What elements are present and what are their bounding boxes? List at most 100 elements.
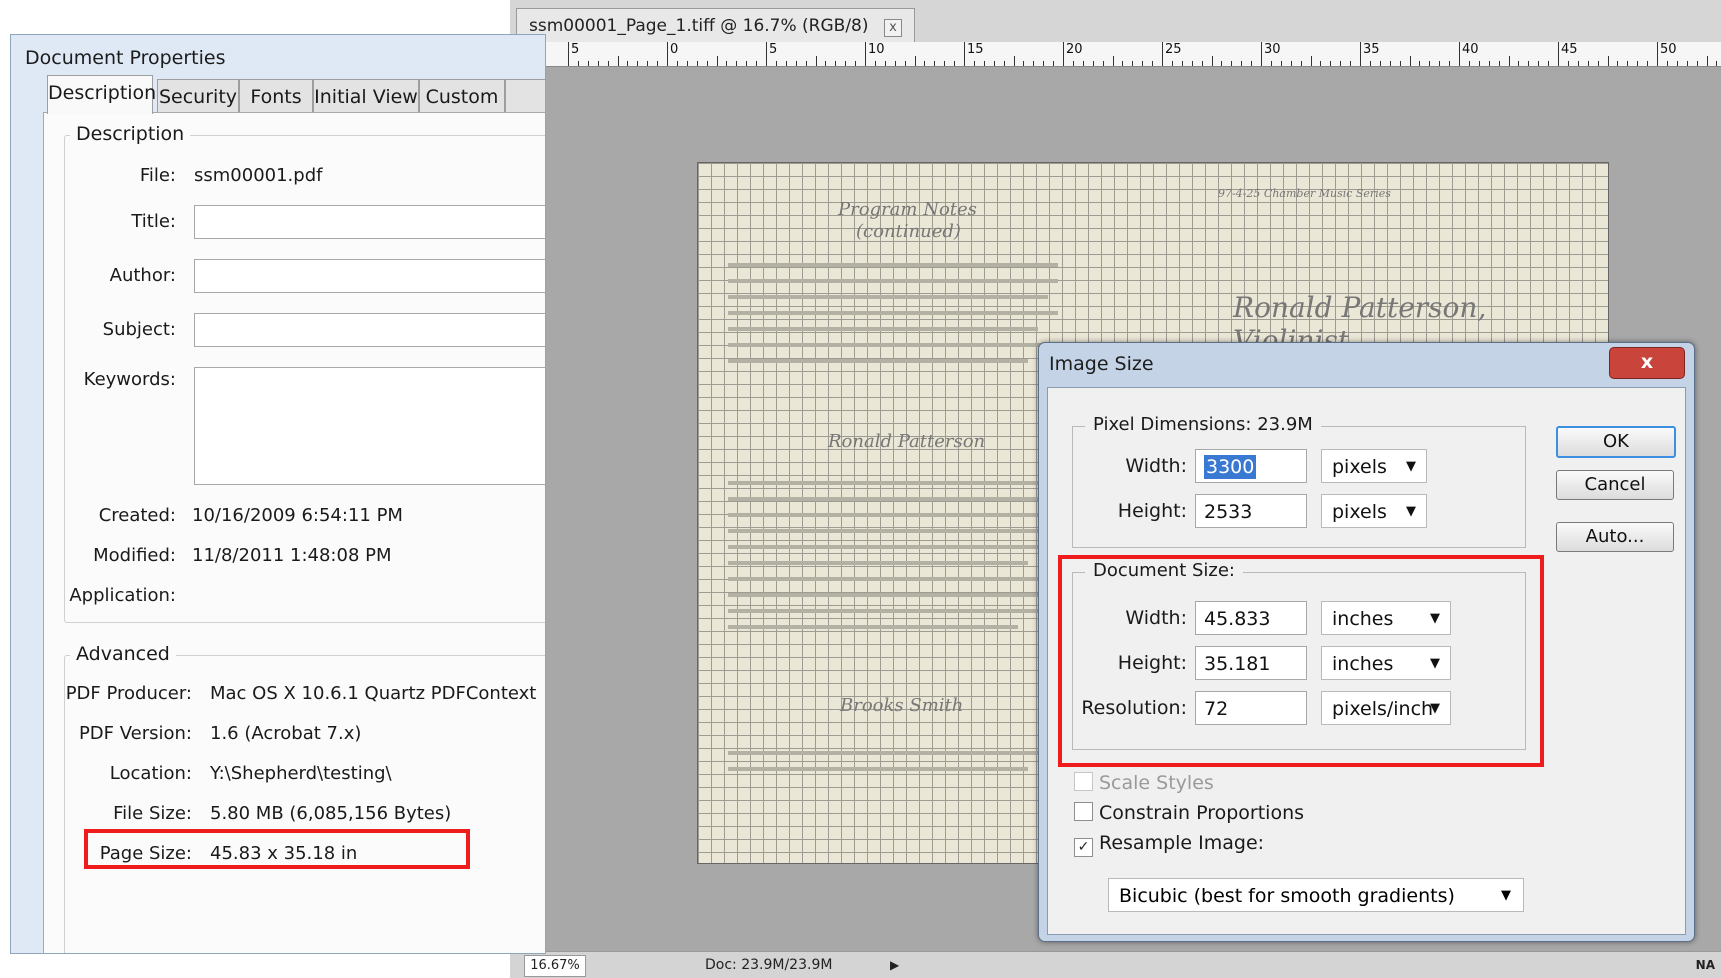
pixel-width-value: 3300: [1204, 455, 1257, 479]
ruler-minor-tick: [924, 61, 926, 66]
ruler-minor-tick: [1330, 61, 1332, 66]
ruler-major-tick: [865, 42, 866, 66]
title-field[interactable]: [194, 205, 545, 239]
pixel-height-unit-select[interactable]: pixels ▼: [1321, 494, 1427, 528]
keywords-field[interactable]: [194, 367, 545, 485]
ruler-minor-tick: [1181, 61, 1183, 66]
tab-fonts[interactable]: Fonts: [239, 79, 313, 114]
subject-field[interactable]: [194, 313, 545, 347]
ruler-minor-tick: [1340, 61, 1342, 66]
created-value: 10/16/2009 6:54:11 PM: [192, 505, 403, 526]
ruler-tick-label: 35: [1363, 42, 1380, 57]
image-size-dialog: Image Size x Pixel Dimensions: 23.9M Wid…: [1038, 342, 1695, 942]
pixel-width-unit-select[interactable]: pixels ▼: [1321, 449, 1427, 483]
ruler-major-tick: [766, 42, 767, 66]
ruler-minor-tick: [1132, 61, 1134, 66]
author-field[interactable]: [194, 259, 545, 293]
ruler-minor-tick: [1369, 61, 1371, 66]
chevron-down-icon: ▼: [1406, 504, 1416, 519]
tab-security[interactable]: Security: [157, 79, 239, 114]
ruler-minor-tick: [1548, 61, 1550, 66]
window-title: Document Properties: [25, 47, 226, 69]
play-arrow-icon[interactable]: ▶: [890, 952, 899, 978]
ruler-minor-tick: [1112, 56, 1114, 66]
pdf-producer-label: PDF Producer:: [65, 683, 192, 704]
ruler-minor-tick: [1577, 61, 1579, 66]
pixel-dimensions-label: Pixel Dimensions:: [1093, 414, 1252, 435]
ruler-tick-label: 25: [1165, 42, 1182, 57]
ruler-minor-tick: [1082, 61, 1084, 66]
ruler-minor-tick: [815, 56, 817, 66]
resample-image-checkbox[interactable]: ✓ Resample Image:: [1074, 832, 1264, 857]
doc-size-readout: Doc: 23.9M/23.9M: [705, 957, 833, 973]
description-legend: Description: [70, 123, 191, 145]
ruler-minor-tick: [1429, 61, 1431, 66]
ruler-minor-tick: [1251, 61, 1253, 66]
ruler-tick-label: 30: [1264, 42, 1281, 57]
ruler-minor-tick: [1003, 61, 1005, 66]
ruler-minor-tick: [1043, 61, 1045, 66]
tab-overflow[interactable]: [505, 79, 545, 114]
ruler-minor-tick: [785, 61, 787, 66]
status-bar: 16.67% Doc: 23.9M/23.9M ▶ NA: [510, 951, 1721, 978]
tab-description[interactable]: Description: [47, 75, 156, 114]
file-value: ssm00001.pdf: [194, 165, 323, 186]
pixel-dimensions-legend: Pixel Dimensions: 23.9M: [1085, 414, 1321, 435]
ok-button[interactable]: OK: [1556, 426, 1676, 458]
ruler-minor-tick: [1498, 61, 1500, 66]
doc-name-2: Brooks Smith: [840, 695, 964, 716]
dialog-title: Image Size: [1049, 353, 1154, 375]
auto-button[interactable]: Auto...: [1556, 522, 1674, 552]
doc-text-line: [728, 279, 1058, 283]
ruler-minor-tick: [1518, 61, 1520, 66]
ruler-minor-tick: [795, 61, 797, 66]
ruler-minor-tick: [736, 61, 738, 66]
ruler-minor-tick: [657, 61, 659, 66]
close-tab-icon[interactable]: x: [883, 19, 902, 37]
doc-text-line: [728, 545, 1058, 549]
pixel-height-input[interactable]: 2533: [1195, 494, 1307, 528]
tab-initial-view[interactable]: Initial View: [313, 79, 419, 114]
ruler-minor-tick: [1191, 61, 1193, 66]
ruler-major-tick: [667, 42, 668, 66]
doc-text-line: [728, 263, 1058, 267]
doc-text-line: [728, 327, 1038, 331]
file-label: File:: [139, 165, 176, 186]
ruler-minor-tick: [706, 61, 708, 66]
ruler-minor-tick: [617, 56, 619, 66]
doc-name-1: Ronald Patterson: [828, 431, 986, 452]
ruler-tick-label: 5: [571, 42, 580, 57]
tab-custom[interactable]: Custom: [419, 79, 505, 114]
ruler-minor-tick: [1350, 61, 1352, 66]
pixel-width-input[interactable]: 3300: [1195, 449, 1307, 483]
doc-text-line: [728, 625, 1018, 629]
document-tab[interactable]: ssm00001_Page_1.tiff @ 16.7% (RGB/8) x: [516, 8, 915, 43]
ruler-minor-tick: [1468, 61, 1470, 66]
doc-text-line: [728, 561, 1028, 565]
close-dialog-button[interactable]: x: [1609, 347, 1685, 379]
ruler-minor-tick: [993, 61, 995, 66]
keywords-label: Keywords:: [83, 369, 176, 390]
status-right-label: NA: [1695, 958, 1715, 972]
ruler-minor-tick: [983, 61, 985, 66]
ruler-minor-tick: [1617, 61, 1619, 66]
ruler-minor-tick: [577, 61, 579, 66]
ruler-minor-tick: [1696, 61, 1698, 66]
zoom-level-field[interactable]: 16.67%: [524, 955, 586, 977]
ruler-minor-tick: [1637, 61, 1639, 66]
ruler-minor-tick: [1389, 61, 1391, 66]
ruler-minor-tick: [1686, 61, 1688, 66]
resample-method-select[interactable]: Bicubic (best for smooth gradients) ▼: [1108, 878, 1524, 912]
ruler-minor-tick: [973, 61, 975, 66]
scale-styles-checkbox[interactable]: Scale Styles: [1074, 772, 1214, 794]
ruler-minor-tick: [746, 61, 748, 66]
ruler-minor-tick: [1201, 61, 1203, 66]
ruler-minor-tick: [637, 61, 639, 66]
ruler-minor-tick: [1310, 56, 1312, 66]
doc-text-line: [728, 513, 1058, 517]
ruler-minor-tick: [1439, 61, 1441, 66]
constrain-proportions-checkbox[interactable]: Constrain Proportions: [1074, 802, 1304, 824]
ruler-minor-tick: [1379, 61, 1381, 66]
cancel-button[interactable]: Cancel: [1556, 470, 1674, 500]
title-label: Title:: [131, 211, 176, 232]
